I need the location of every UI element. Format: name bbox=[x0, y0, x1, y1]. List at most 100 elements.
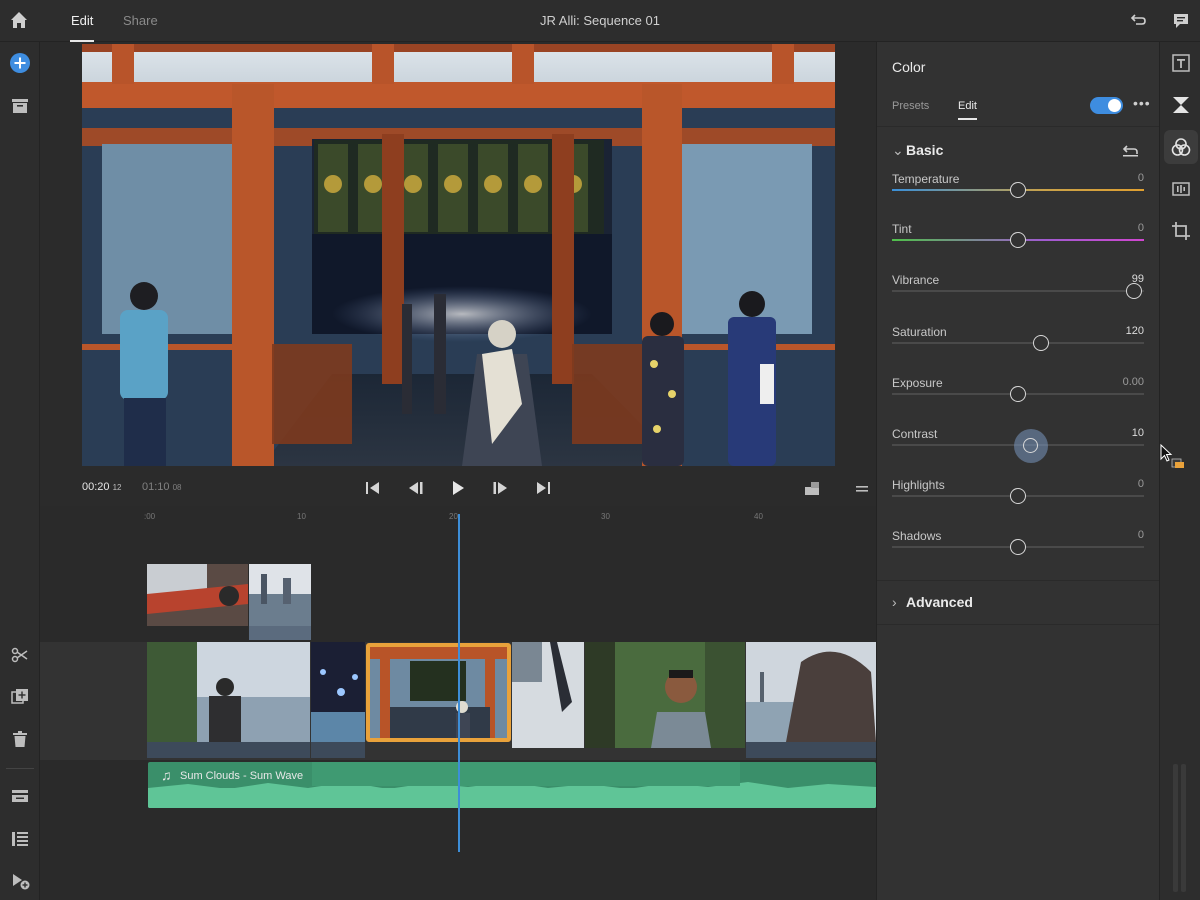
timeline[interactable]: :00 10 20 30 40 ♫ Sum Clouds - Sum Wave bbox=[40, 506, 876, 900]
go-to-start-icon[interactable] bbox=[363, 478, 383, 498]
slider-handle[interactable] bbox=[1032, 335, 1049, 351]
audio-clip[interactable]: ♫ Sum Clouds - Sum Wave bbox=[148, 762, 876, 808]
video-clip[interactable] bbox=[746, 642, 876, 758]
slider-handle[interactable] bbox=[1010, 232, 1026, 248]
panel-divider bbox=[877, 580, 1160, 581]
slider-handle[interactable] bbox=[1010, 182, 1026, 198]
panel-scrollbar[interactable] bbox=[1173, 764, 1187, 892]
video-clip[interactable] bbox=[512, 642, 584, 748]
clip-audio-waveform bbox=[746, 742, 876, 758]
basic-section-header[interactable]: ⌄ Basic bbox=[892, 142, 943, 159]
split-scissors-icon[interactable] bbox=[9, 644, 31, 666]
slider-contrast: Contrast 10 bbox=[892, 427, 1144, 477]
trash-icon[interactable] bbox=[9, 728, 31, 750]
play-icon[interactable] bbox=[448, 478, 468, 498]
add-to-timeline-icon[interactable] bbox=[9, 870, 31, 892]
video-preview[interactable] bbox=[82, 44, 835, 466]
comment-icon[interactable] bbox=[1171, 11, 1191, 31]
slider-handle[interactable] bbox=[1125, 283, 1142, 299]
current-timecode: 00:20 12 bbox=[82, 481, 122, 493]
tab-share[interactable]: Share bbox=[123, 13, 158, 28]
clip-audio-waveform bbox=[147, 742, 310, 758]
step-forward-icon[interactable] bbox=[490, 478, 510, 498]
clip-thumbnail bbox=[370, 647, 507, 738]
slider-handle[interactable] bbox=[1010, 539, 1026, 555]
tab-presets[interactable]: Presets bbox=[892, 100, 929, 112]
archive-icon[interactable] bbox=[9, 95, 31, 117]
ruler-tick: 20 bbox=[449, 512, 458, 521]
color-panel: Color Presets Edit ••• ⌄ Basic Temperatur… bbox=[876, 42, 1160, 900]
video-clip[interactable] bbox=[311, 642, 365, 758]
right-toolbar bbox=[1159, 42, 1200, 900]
home-icon[interactable] bbox=[8, 9, 30, 31]
left-toolbar bbox=[0, 42, 40, 900]
slider-value[interactable]: 0.00 bbox=[1123, 376, 1144, 388]
slider-track[interactable] bbox=[892, 290, 1144, 292]
slider-handle[interactable] bbox=[1010, 386, 1026, 402]
crop-icon[interactable] bbox=[1170, 220, 1192, 242]
duplicate-icon[interactable] bbox=[9, 686, 31, 708]
go-to-end-icon[interactable] bbox=[533, 478, 553, 498]
slider-handle[interactable] bbox=[1013, 429, 1048, 463]
color-enable-toggle[interactable] bbox=[1090, 97, 1123, 114]
clip-audio-waveform bbox=[311, 742, 365, 758]
slider-vibrance: Vibrance 99 bbox=[892, 273, 1144, 323]
top-bar: Edit Share JR Alli: Sequence 01 bbox=[0, 0, 1200, 42]
overlay-clip[interactable] bbox=[249, 564, 311, 640]
slider-highlights: Highlights 0 bbox=[892, 478, 1144, 528]
transitions-icon[interactable] bbox=[1170, 94, 1192, 116]
video-clip[interactable] bbox=[147, 642, 310, 758]
slider-saturation: Saturation 120 bbox=[892, 325, 1144, 375]
selected-video-clip[interactable] bbox=[366, 643, 511, 742]
slider-value[interactable]: 0 bbox=[1138, 172, 1144, 184]
slider-tint: Tint 0 bbox=[892, 222, 1144, 272]
more-options-icon[interactable]: ••• bbox=[1133, 95, 1151, 111]
titles-icon[interactable] bbox=[1170, 52, 1192, 74]
slider-track[interactable] bbox=[892, 342, 1144, 344]
panel-divider bbox=[877, 126, 1160, 127]
slider-value[interactable]: 120 bbox=[1126, 325, 1144, 337]
list-view-icon[interactable] bbox=[9, 828, 31, 850]
slider-label: Shadows bbox=[892, 529, 942, 543]
audio-clip-label: Sum Clouds - Sum Wave bbox=[180, 770, 304, 782]
playhead[interactable] bbox=[458, 514, 460, 852]
preview-frame-image bbox=[82, 44, 835, 466]
reset-icon[interactable] bbox=[1120, 141, 1140, 159]
step-back-icon[interactable] bbox=[406, 478, 426, 498]
clip-thumbnail bbox=[147, 642, 310, 742]
tab-edit[interactable]: Edit bbox=[69, 13, 95, 42]
undo-icon[interactable] bbox=[1128, 11, 1148, 31]
slider-label: Vibrance bbox=[892, 273, 940, 287]
timeline-menu-icon[interactable] bbox=[852, 478, 872, 498]
music-note-icon: ♫ bbox=[161, 767, 172, 783]
person-kimono-2 bbox=[728, 291, 776, 466]
color-icon[interactable] bbox=[1170, 136, 1192, 158]
slider-handle[interactable] bbox=[1010, 488, 1026, 504]
audio-adjust-icon[interactable] bbox=[1170, 178, 1192, 200]
clip-thumbnail bbox=[512, 642, 584, 748]
chevron-down-icon: ⌄ bbox=[892, 142, 904, 158]
slider-value[interactable]: 0 bbox=[1138, 478, 1144, 490]
transport-bar: 00:20 12 01:10 08 bbox=[40, 470, 876, 506]
slider-value[interactable]: 0 bbox=[1138, 529, 1144, 541]
audio-waveform bbox=[148, 762, 876, 808]
clip-thumbnail bbox=[147, 564, 248, 626]
tab-edit-color[interactable]: Edit bbox=[958, 100, 977, 120]
slider-label: Temperature bbox=[892, 172, 960, 186]
tracks-icon[interactable] bbox=[9, 785, 31, 807]
slider-value[interactable]: 0 bbox=[1138, 222, 1144, 234]
clip-thumbnail bbox=[311, 642, 365, 742]
fullscreen-icon[interactable] bbox=[802, 478, 822, 498]
advanced-section-header[interactable]: › Advanced bbox=[892, 594, 973, 610]
video-clip[interactable] bbox=[585, 642, 745, 748]
overlay-clip[interactable] bbox=[147, 564, 248, 626]
panel-title: Color bbox=[892, 59, 926, 75]
clip-thumbnail bbox=[746, 642, 876, 742]
basic-section-label: Basic bbox=[906, 142, 944, 158]
ruler-tick: 40 bbox=[754, 512, 763, 521]
slider-value[interactable]: 10 bbox=[1132, 427, 1144, 439]
clip-thumbnail bbox=[585, 642, 745, 748]
chevron-right-icon: › bbox=[892, 594, 897, 610]
add-media-icon[interactable] bbox=[9, 52, 31, 74]
slider-shadows: Shadows 0 bbox=[892, 529, 1144, 579]
